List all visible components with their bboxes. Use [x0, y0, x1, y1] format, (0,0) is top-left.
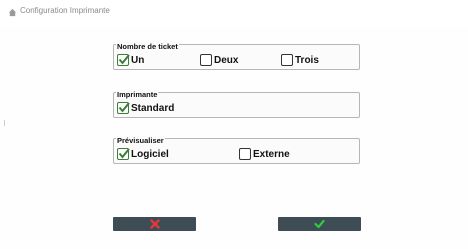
confirm-button[interactable] — [278, 217, 361, 231]
printer-group: Imprimante Standard — [113, 90, 360, 118]
group-title-preview: Prévisualiser — [116, 136, 165, 145]
ticket-option-un-label: Un — [131, 54, 145, 66]
ticket-option-deux-label: Deux — [214, 54, 239, 66]
ticket-count-group: Nombre de ticket Un Deux Trois — [113, 42, 360, 70]
printer-config-window: Configuration Imprimante Nombre de ticke… — [0, 0, 468, 249]
checkbox-unchecked-icon[interactable] — [239, 148, 251, 160]
ticket-option-trois[interactable]: Trois — [281, 53, 319, 67]
ticket-option-trois-label: Trois — [295, 54, 319, 66]
check-icon — [314, 219, 325, 229]
ticket-option-un[interactable]: Un — [117, 53, 144, 67]
window-title: Configuration Imprimante — [20, 6, 110, 15]
resize-handle — [4, 120, 5, 126]
preview-option-logiciel[interactable]: Logiciel — [117, 147, 169, 161]
checkbox-checked-icon[interactable] — [117, 102, 130, 114]
group-title-ticket-count: Nombre de ticket — [116, 42, 179, 51]
cancel-button[interactable] — [113, 217, 196, 231]
printer-option-standard-label: Standard — [131, 102, 175, 114]
preview-option-externe-label: Externe — [253, 148, 290, 160]
printer-option-standard[interactable]: Standard — [117, 101, 174, 115]
ticket-option-deux[interactable]: Deux — [200, 53, 238, 67]
checkbox-unchecked-icon[interactable] — [281, 54, 293, 66]
checkbox-checked-icon[interactable] — [117, 54, 130, 66]
preview-option-logiciel-label: Logiciel — [131, 148, 169, 160]
checkbox-unchecked-icon[interactable] — [200, 54, 212, 66]
close-icon — [149, 219, 160, 229]
preview-group: Prévisualiser Logiciel Externe — [113, 136, 360, 164]
checkbox-checked-icon[interactable] — [117, 148, 130, 160]
home-icon — [8, 8, 17, 17]
preview-option-externe[interactable]: Externe — [239, 147, 290, 161]
title-bar: Configuration Imprimante — [0, 0, 468, 26]
group-title-printer: Imprimante — [116, 90, 159, 99]
